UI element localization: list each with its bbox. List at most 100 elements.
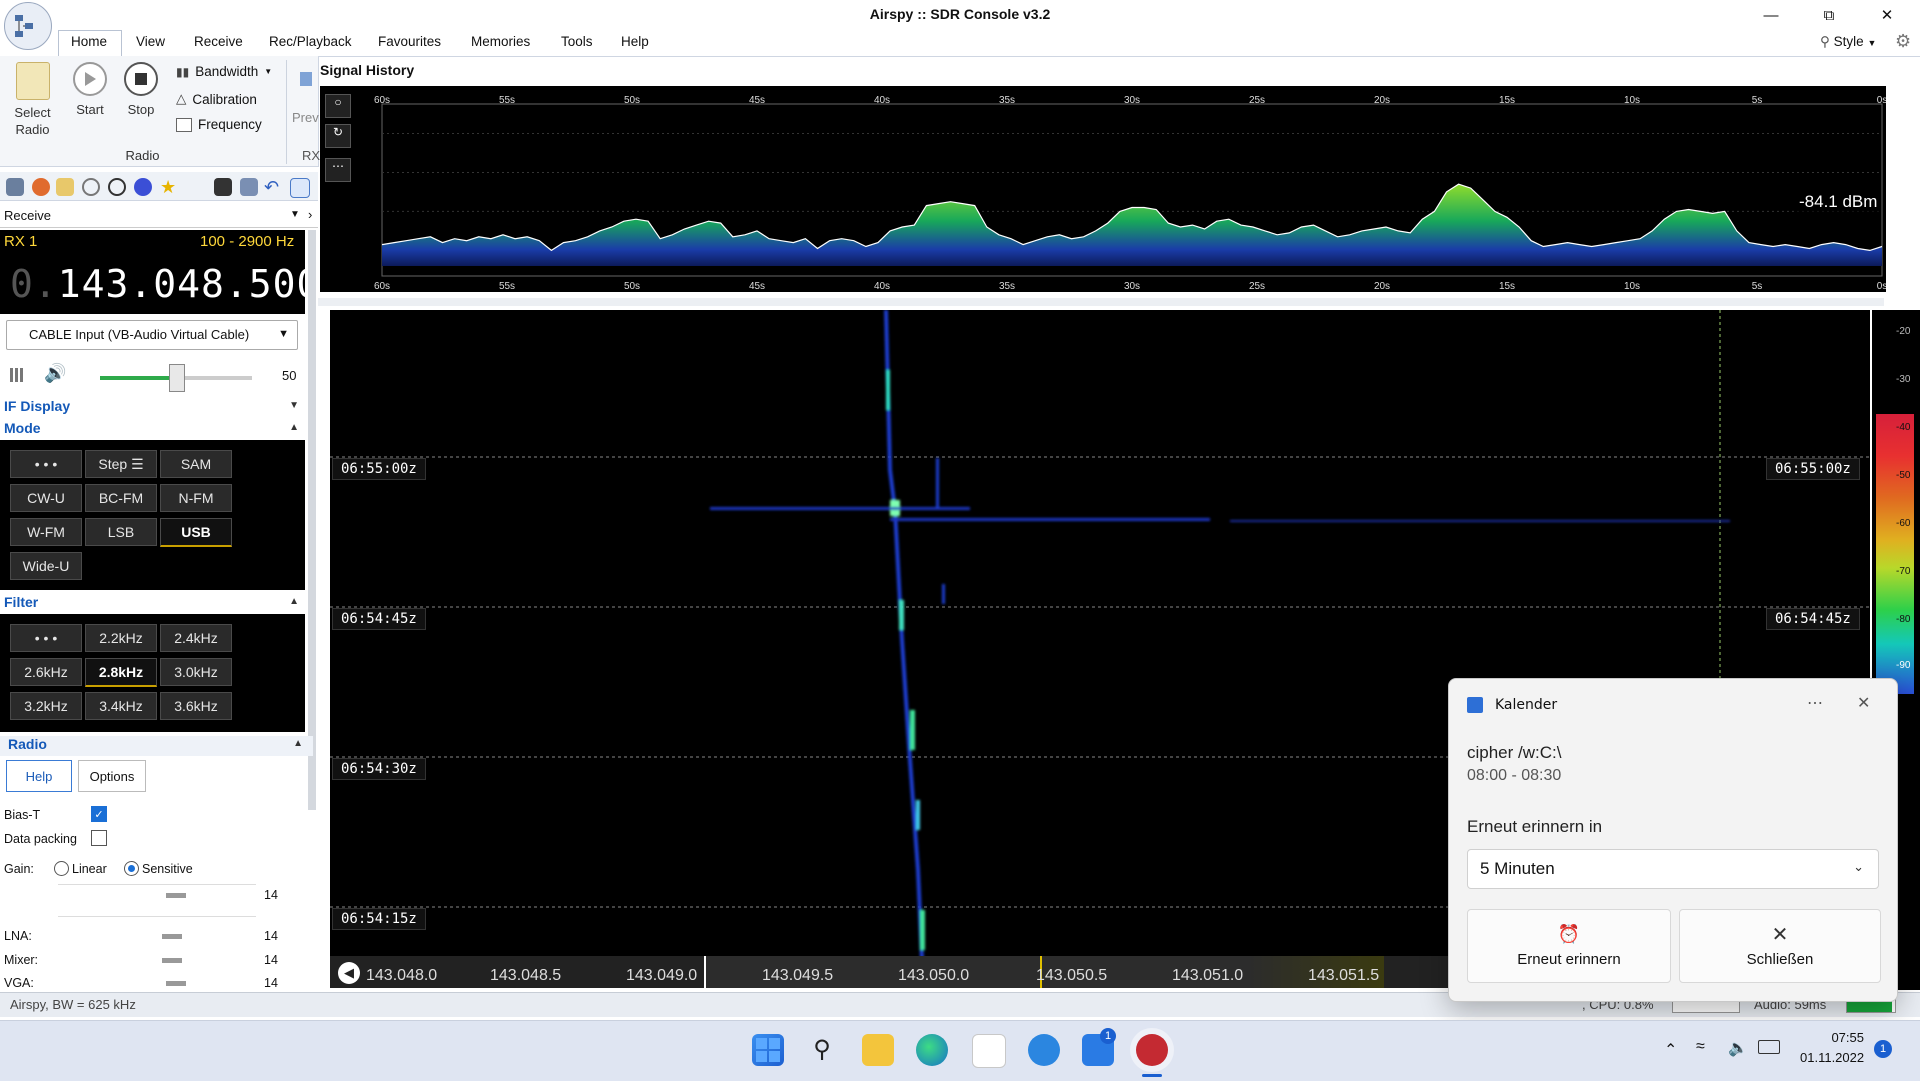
speaker-icon[interactable]: 🔊 bbox=[44, 363, 66, 384]
bandwidth-button[interactable]: ▮▮ Bandwidth ▼ bbox=[176, 64, 272, 79]
undo-icon[interactable]: ↶ bbox=[264, 178, 282, 196]
home-icon[interactable] bbox=[6, 178, 24, 196]
volume-slider-thumb[interactable] bbox=[169, 364, 185, 392]
filter-header[interactable]: Filter ▲ bbox=[0, 594, 309, 614]
volume-icon[interactable]: 🔈 bbox=[1728, 1038, 1748, 1058]
dismiss-button[interactable]: ✕ Schließen bbox=[1679, 909, 1881, 983]
axis-back-icon[interactable]: ◀ bbox=[338, 962, 360, 984]
sensitivity-slider[interactable] bbox=[166, 893, 186, 898]
menu-help[interactable]: Help bbox=[621, 34, 649, 49]
mode-header[interactable]: Mode ▲ bbox=[0, 420, 309, 440]
wifi-icon[interactable]: ≈ bbox=[1696, 1038, 1705, 1056]
menu-receive[interactable]: Receive bbox=[194, 34, 243, 49]
filter-2-8khz-button[interactable]: 2.8kHz bbox=[85, 658, 157, 687]
menu-view[interactable]: View bbox=[136, 34, 165, 49]
filter-3-6khz-button[interactable]: 3.6kHz bbox=[160, 692, 232, 720]
chevron-right-icon[interactable]: › bbox=[308, 207, 312, 222]
menu-rec-playback[interactable]: Rec/Playback bbox=[269, 34, 352, 49]
bias-t-checkbox[interactable]: ✓ bbox=[91, 806, 107, 822]
menu-tools[interactable]: Tools bbox=[561, 34, 593, 49]
filter-more-button[interactable]: • • • bbox=[10, 624, 82, 652]
preview-icon bbox=[300, 72, 312, 86]
stop-button[interactable]: Stop bbox=[122, 62, 160, 117]
app-icon[interactable] bbox=[1028, 1034, 1060, 1066]
close-icon[interactable]: ✕ bbox=[1858, 0, 1916, 30]
filter-3-0khz-button[interactable]: 3.0kHz bbox=[160, 658, 232, 686]
more-options-icon[interactable]: ⋯ bbox=[1807, 693, 1823, 713]
snipping-tool-icon[interactable] bbox=[972, 1034, 1006, 1068]
filter-2-2khz-button[interactable]: 2.2kHz bbox=[85, 624, 157, 652]
mode-lsb-button[interactable]: LSB bbox=[85, 518, 157, 546]
clock-date[interactable]: 01.11.2022 bbox=[1800, 1050, 1864, 1065]
mode-more-button[interactable]: • • • bbox=[10, 450, 82, 478]
vga-slider[interactable] bbox=[166, 981, 186, 986]
help-button[interactable]: Help bbox=[6, 760, 72, 792]
close-icon[interactable]: ✕ bbox=[1857, 693, 1870, 713]
snooze-select[interactable]: 5 Minuten ⌄ bbox=[1467, 849, 1879, 889]
antenna-icon[interactable] bbox=[240, 178, 258, 196]
battery-icon[interactable] bbox=[1758, 1040, 1780, 1054]
lna-slider[interactable] bbox=[162, 934, 182, 939]
mode-sam-button[interactable]: SAM bbox=[160, 450, 232, 478]
mode-cwu-button[interactable]: CW-U bbox=[10, 484, 82, 512]
time-tick-top: 25s bbox=[1249, 95, 1265, 106]
equalizer-icon[interactable] bbox=[10, 368, 26, 382]
menu-favourites[interactable]: Favourites bbox=[378, 34, 441, 49]
chart-icon[interactable] bbox=[290, 178, 310, 198]
mode-usb-button[interactable]: USB bbox=[160, 518, 232, 547]
calibration-button[interactable]: △ Calibration bbox=[176, 91, 257, 107]
mode-bcfm-button[interactable]: BC-FM bbox=[85, 484, 157, 512]
clock-time[interactable]: 07:55 bbox=[1800, 1030, 1864, 1045]
menu-memories[interactable]: Memories bbox=[471, 34, 530, 49]
app-menu-icon[interactable] bbox=[4, 2, 52, 50]
frequency-button[interactable]: Frequency bbox=[176, 117, 262, 132]
folder-icon[interactable] bbox=[56, 178, 74, 196]
star-icon[interactable]: ★ bbox=[160, 178, 178, 196]
mode-wfm-button[interactable]: W-FM bbox=[10, 518, 82, 546]
record-icon[interactable]: ○ bbox=[325, 94, 351, 118]
audio-input-select[interactable]: CABLE Input (VB-Audio Virtual Cable) ▼ bbox=[6, 320, 298, 350]
sdr-console-icon[interactable] bbox=[1136, 1034, 1168, 1066]
menu-home[interactable]: Home bbox=[71, 34, 107, 49]
chevron-down-icon[interactable]: ▼ bbox=[290, 209, 300, 220]
stop-circle-icon[interactable] bbox=[108, 178, 126, 196]
chevron-up-icon[interactable]: ⌃ bbox=[1664, 1040, 1677, 1060]
restore-icon[interactable]: ⧉ bbox=[1800, 0, 1858, 30]
snooze-button[interactable]: ⏰ Erneut erinnern bbox=[1467, 909, 1671, 983]
filter-2-6khz-button[interactable]: 2.6kHz bbox=[10, 658, 82, 686]
minimize-icon[interactable]: — bbox=[1742, 0, 1800, 30]
filter-2-4khz-button[interactable]: 2.4kHz bbox=[160, 624, 232, 652]
filter-3-2khz-button[interactable]: 3.2kHz bbox=[10, 692, 82, 720]
mixer-slider[interactable] bbox=[162, 958, 182, 963]
time-tick-top: 55s bbox=[499, 95, 515, 106]
gear-icon[interactable]: ⚙ bbox=[1895, 31, 1911, 52]
edge-browser-icon[interactable] bbox=[916, 1034, 948, 1066]
options-button[interactable]: Options bbox=[78, 760, 146, 792]
file-explorer-icon[interactable] bbox=[862, 1034, 894, 1066]
if-display-header[interactable]: IF Display ▼ bbox=[0, 398, 309, 418]
start-menu-icon[interactable] bbox=[752, 1034, 784, 1066]
more-icon[interactable]: ⋯ bbox=[325, 158, 351, 182]
preview-label[interactable]: Prev bbox=[292, 110, 319, 125]
lifebuoy-icon[interactable] bbox=[32, 178, 50, 196]
style-menu[interactable]: ⚲ Style ▼ bbox=[1820, 34, 1876, 50]
mode-nfm-button[interactable]: N-FM bbox=[160, 484, 232, 512]
gain-linear-radio[interactable] bbox=[54, 861, 69, 876]
refresh-icon[interactable]: ↻ bbox=[325, 124, 351, 148]
start-button[interactable]: Start bbox=[72, 62, 108, 117]
mode-wideu-button[interactable]: Wide-U bbox=[10, 552, 82, 580]
gain-sensitive-radio[interactable] bbox=[124, 861, 139, 876]
panel-scrollbar[interactable] bbox=[308, 230, 316, 810]
compass-icon[interactable] bbox=[134, 178, 152, 196]
frequency-readout[interactable]: 0.143.048.500 bbox=[10, 262, 320, 306]
search-icon[interactable]: ⚲ bbox=[806, 1034, 838, 1066]
select-radio-button[interactable]: Select Radio bbox=[10, 62, 55, 138]
notification-badge[interactable]: 1 bbox=[1874, 1040, 1892, 1058]
data-packing-checkbox[interactable] bbox=[91, 830, 107, 846]
mode-step-button[interactable]: Step ☰ bbox=[85, 450, 157, 478]
radio-header[interactable]: Radio ▲ bbox=[0, 736, 313, 756]
filter-3-4khz-button[interactable]: 3.4kHz bbox=[85, 692, 157, 720]
panel-splitter[interactable] bbox=[318, 298, 1884, 306]
play-circle-icon[interactable] bbox=[82, 178, 100, 196]
camera-icon[interactable] bbox=[214, 178, 232, 196]
